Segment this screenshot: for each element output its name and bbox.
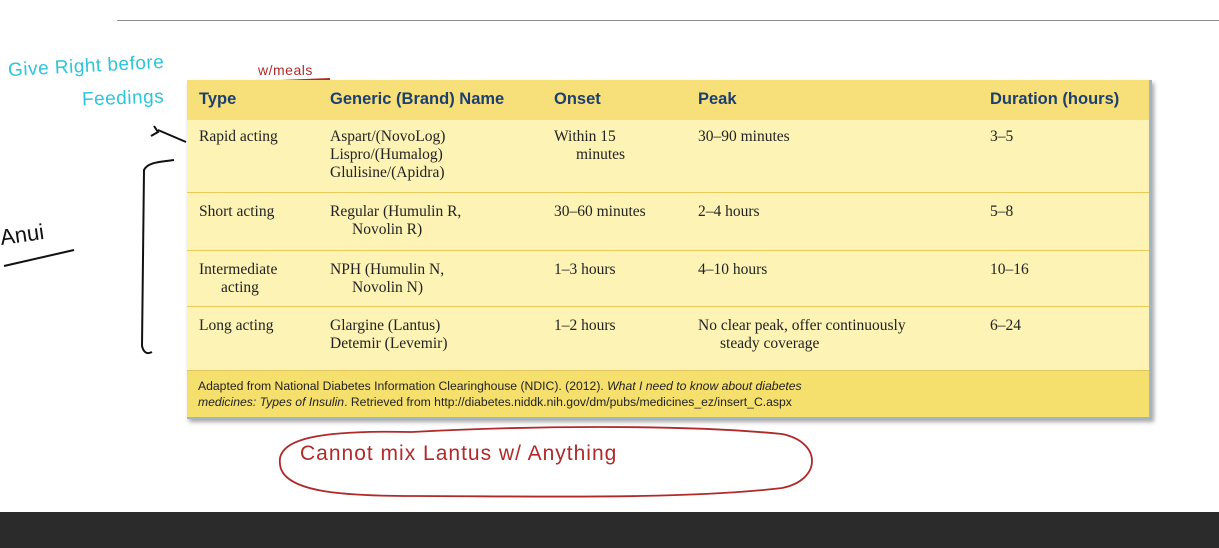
cell-peak: 4–10 hours [698, 261, 768, 278]
cell-type: Long acting [199, 317, 274, 334]
annotation-arrow-bracket [140, 125, 187, 355]
annotation-left-underline [3, 249, 75, 267]
cell-name: Glulisine/(Apidra) [330, 164, 445, 181]
header-generic-brand: Generic (Brand) Name [330, 90, 505, 108]
insulin-table: Type Generic (Brand) Name Onset Peak Dur… [187, 80, 1152, 419]
table-row: Short acting Regular (Humulin R, Novolin… [187, 192, 1149, 243]
annotation-cannot-mix: Cannot mix Lantus w/ Anything [300, 442, 618, 465]
cell-duration: 10–16 [990, 261, 1029, 278]
cell-onset: Within 15 [554, 128, 616, 145]
cell-name: Novolin N) [352, 279, 424, 296]
cell-duration: 6–24 [990, 317, 1021, 334]
table-footnote: Adapted from National Diabetes Informati… [187, 370, 1149, 417]
footnote-text: Adapted from National Diabetes Informati… [198, 378, 802, 410]
annotation-feedings: Feedings [81, 86, 165, 111]
cell-onset: minutes [576, 146, 626, 163]
cell-name: NPH (Humulin N, [330, 261, 445, 278]
header-onset: Onset [554, 90, 601, 108]
cell-onset: 30–60 minutes [554, 203, 646, 220]
table-header-row: Type Generic (Brand) Name Onset Peak Dur… [187, 80, 1149, 120]
cell-name: Glargine (Lantus) [330, 317, 441, 334]
cell-name: Detemir (Levemir) [330, 335, 448, 352]
footnote-title-line1: What I need to know about diabetes [607, 379, 802, 393]
annotation-give-right-before: Give Right before [7, 51, 165, 82]
cell-peak: No clear peak, offer continuously [698, 317, 906, 334]
header-duration: Duration (hours) [990, 90, 1120, 108]
header-type: Type [199, 90, 237, 108]
cell-name: Regular (Humulin R, [330, 203, 462, 220]
cell-peak: steady coverage [720, 335, 820, 352]
cell-peak: 30–90 minutes [698, 128, 790, 145]
table-row: Rapid acting Aspart/(NovoLog) Lispro/(Hu… [187, 120, 1149, 192]
footnote-suffix: . Retrieved from http://diabetes.niddk.n… [344, 395, 792, 409]
table-row: Intermediate acting NPH (Humulin N, Novo… [187, 250, 1149, 305]
cell-name: Aspart/(NovoLog) [330, 128, 446, 145]
header-peak: Peak [698, 90, 737, 108]
bottom-bar [0, 512, 1219, 548]
cell-duration: 3–5 [990, 128, 1014, 145]
cell-name: Novolin R) [352, 221, 423, 238]
footnote-prefix: Adapted from National Diabetes Informati… [198, 379, 608, 393]
page-top-rule [117, 20, 1219, 21]
cell-type: Short acting [199, 203, 275, 220]
cell-onset: 1–2 hours [554, 317, 616, 334]
table-row: Long acting Glargine (Lantus) Detemir (L… [187, 306, 1149, 369]
cell-onset: 1–3 hours [554, 261, 616, 278]
cell-name: Lispro/(Humalog) [330, 146, 443, 163]
cell-peak: 2–4 hours [698, 203, 760, 220]
cell-duration: 5–8 [990, 203, 1014, 220]
cell-type: Intermediate [199, 261, 278, 278]
footnote-title-line2: medicines: Types of Insulin [198, 395, 345, 409]
cell-type: Rapid acting [199, 128, 278, 145]
cell-type: acting [221, 279, 259, 296]
